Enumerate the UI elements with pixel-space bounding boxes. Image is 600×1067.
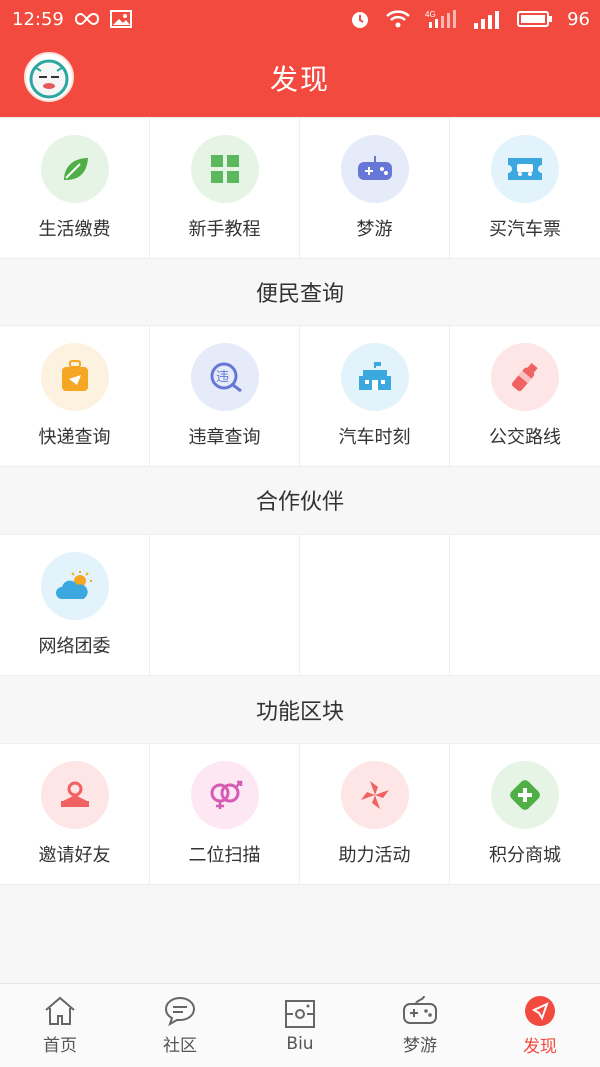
battery-level: 96 — [567, 8, 590, 30]
service-label: 买汽车票 — [489, 219, 561, 240]
station-icon — [340, 343, 409, 411]
service-label: 汽车时刻 — [338, 427, 411, 448]
bottle-icon — [491, 343, 559, 411]
service-label: 梦游 — [356, 219, 393, 240]
violation-search-icon: 违 — [190, 343, 259, 411]
service-item-bus-route[interactable]: 公交路线 — [450, 326, 600, 466]
section-title-convenience: 便民查询 — [0, 259, 600, 325]
header: 发现 — [0, 38, 600, 117]
plus-cross-icon — [491, 761, 559, 829]
service-label: 积分商城 — [489, 845, 561, 866]
service-item-tutorial[interactable]: 新手教程 — [150, 118, 300, 258]
features-grid: 邀请好友 二位扫描 助力活动 积分商城 — [0, 743, 600, 885]
nav-biu[interactable]: Biu — [240, 984, 360, 1067]
nav-mengyou[interactable]: 梦游 — [360, 984, 480, 1067]
page-title: 发现 — [269, 62, 330, 96]
pinwheel-icon — [340, 761, 409, 829]
service-item-invite[interactable]: 邀请好友 — [0, 744, 150, 884]
service-item-points-mall[interactable]: 积分商城 — [450, 744, 600, 884]
service-item-bus-ticket[interactable]: 买汽车票 — [450, 118, 600, 258]
section-title-features: 功能区块 — [0, 677, 600, 743]
bus-ticket-icon — [491, 135, 559, 203]
service-label: 违章查询 — [188, 427, 261, 448]
nav-label: 社区 — [163, 1036, 197, 1056]
bottom-nav: 首页 社区 Biu 梦游 发现 — [0, 983, 600, 1067]
nav-label: 首页 — [43, 1036, 77, 1056]
chat-bubble-icon — [164, 996, 196, 1027]
status-time: 12:59 — [12, 8, 64, 30]
compass-icon — [525, 996, 555, 1026]
gamepad-icon — [340, 135, 409, 203]
section-title-partners: 合作伙伴 — [0, 467, 600, 533]
weather-icon — [40, 552, 109, 620]
service-label: 邀请好友 — [38, 845, 111, 866]
gamepad-icon — [403, 995, 437, 1024]
service-label: 助力活动 — [338, 845, 411, 866]
avatar[interactable] — [24, 52, 74, 102]
service-item-scan[interactable]: 二位扫描 — [150, 744, 300, 884]
battery-icon — [517, 10, 553, 28]
service-item-violation[interactable]: 违 违章查询 — [150, 326, 300, 466]
ring-icon — [40, 761, 109, 829]
service-label: 快递查询 — [38, 427, 111, 448]
service-label: 网络团委 — [38, 636, 111, 657]
empty-cell — [450, 535, 600, 675]
nav-home[interactable]: 首页 — [0, 984, 120, 1067]
service-item-boost[interactable]: 助力活动 — [300, 744, 450, 884]
signal-4g-icon: 4G — [425, 8, 459, 30]
infinity-icon — [74, 12, 100, 26]
service-label: 新手教程 — [188, 219, 261, 240]
alarm-icon — [349, 8, 371, 30]
camera-frame-icon — [285, 999, 315, 1028]
service-item-mengyou[interactable]: 梦游 — [300, 118, 450, 258]
leaf-icon — [40, 135, 109, 203]
discover-screen: 12:59 4G 96 发现 生活缴费 新手教程 梦游 买汽车票 便民查询 快递… — [0, 0, 600, 1067]
image-icon — [109, 10, 132, 28]
service-item-youth-league[interactable]: 网络团委 — [0, 535, 150, 675]
nav-community[interactable]: 社区 — [120, 984, 240, 1067]
nav-label: 梦游 — [403, 1036, 437, 1056]
wifi-icon — [385, 9, 411, 29]
nav-label: Biu — [286, 1033, 314, 1054]
empty-cell — [300, 535, 450, 675]
svg-text:违: 违 — [216, 370, 229, 385]
svg-text:4G: 4G — [425, 10, 436, 19]
nav-label: 发现 — [523, 1037, 557, 1057]
status-bar: 12:59 4G 96 — [0, 0, 600, 38]
empty-cell — [150, 535, 300, 675]
services-grid: 生活缴费 新手教程 梦游 买汽车票 — [0, 117, 600, 259]
service-label: 生活缴费 — [38, 219, 111, 240]
luggage-icon — [40, 343, 109, 411]
service-item-bus-schedule[interactable]: 汽车时刻 — [300, 326, 450, 466]
signal-icon — [473, 9, 503, 29]
service-item-express[interactable]: 快递查询 — [0, 326, 150, 466]
service-label: 二位扫描 — [188, 845, 261, 866]
partners-grid: 网络团委 — [0, 534, 600, 676]
service-item-life-payment[interactable]: 生活缴费 — [0, 118, 150, 258]
home-icon — [45, 996, 75, 1025]
service-label: 公交路线 — [489, 427, 561, 448]
avatar-face-icon — [29, 59, 69, 99]
top-bar: 12:59 4G 96 发现 — [0, 0, 600, 117]
grid-icon — [190, 135, 259, 203]
gender-rings-icon — [190, 761, 259, 829]
nav-discover[interactable]: 发现 — [480, 984, 600, 1067]
convenience-grid: 快递查询 违 违章查询 汽车时刻 公交路线 — [0, 325, 600, 467]
